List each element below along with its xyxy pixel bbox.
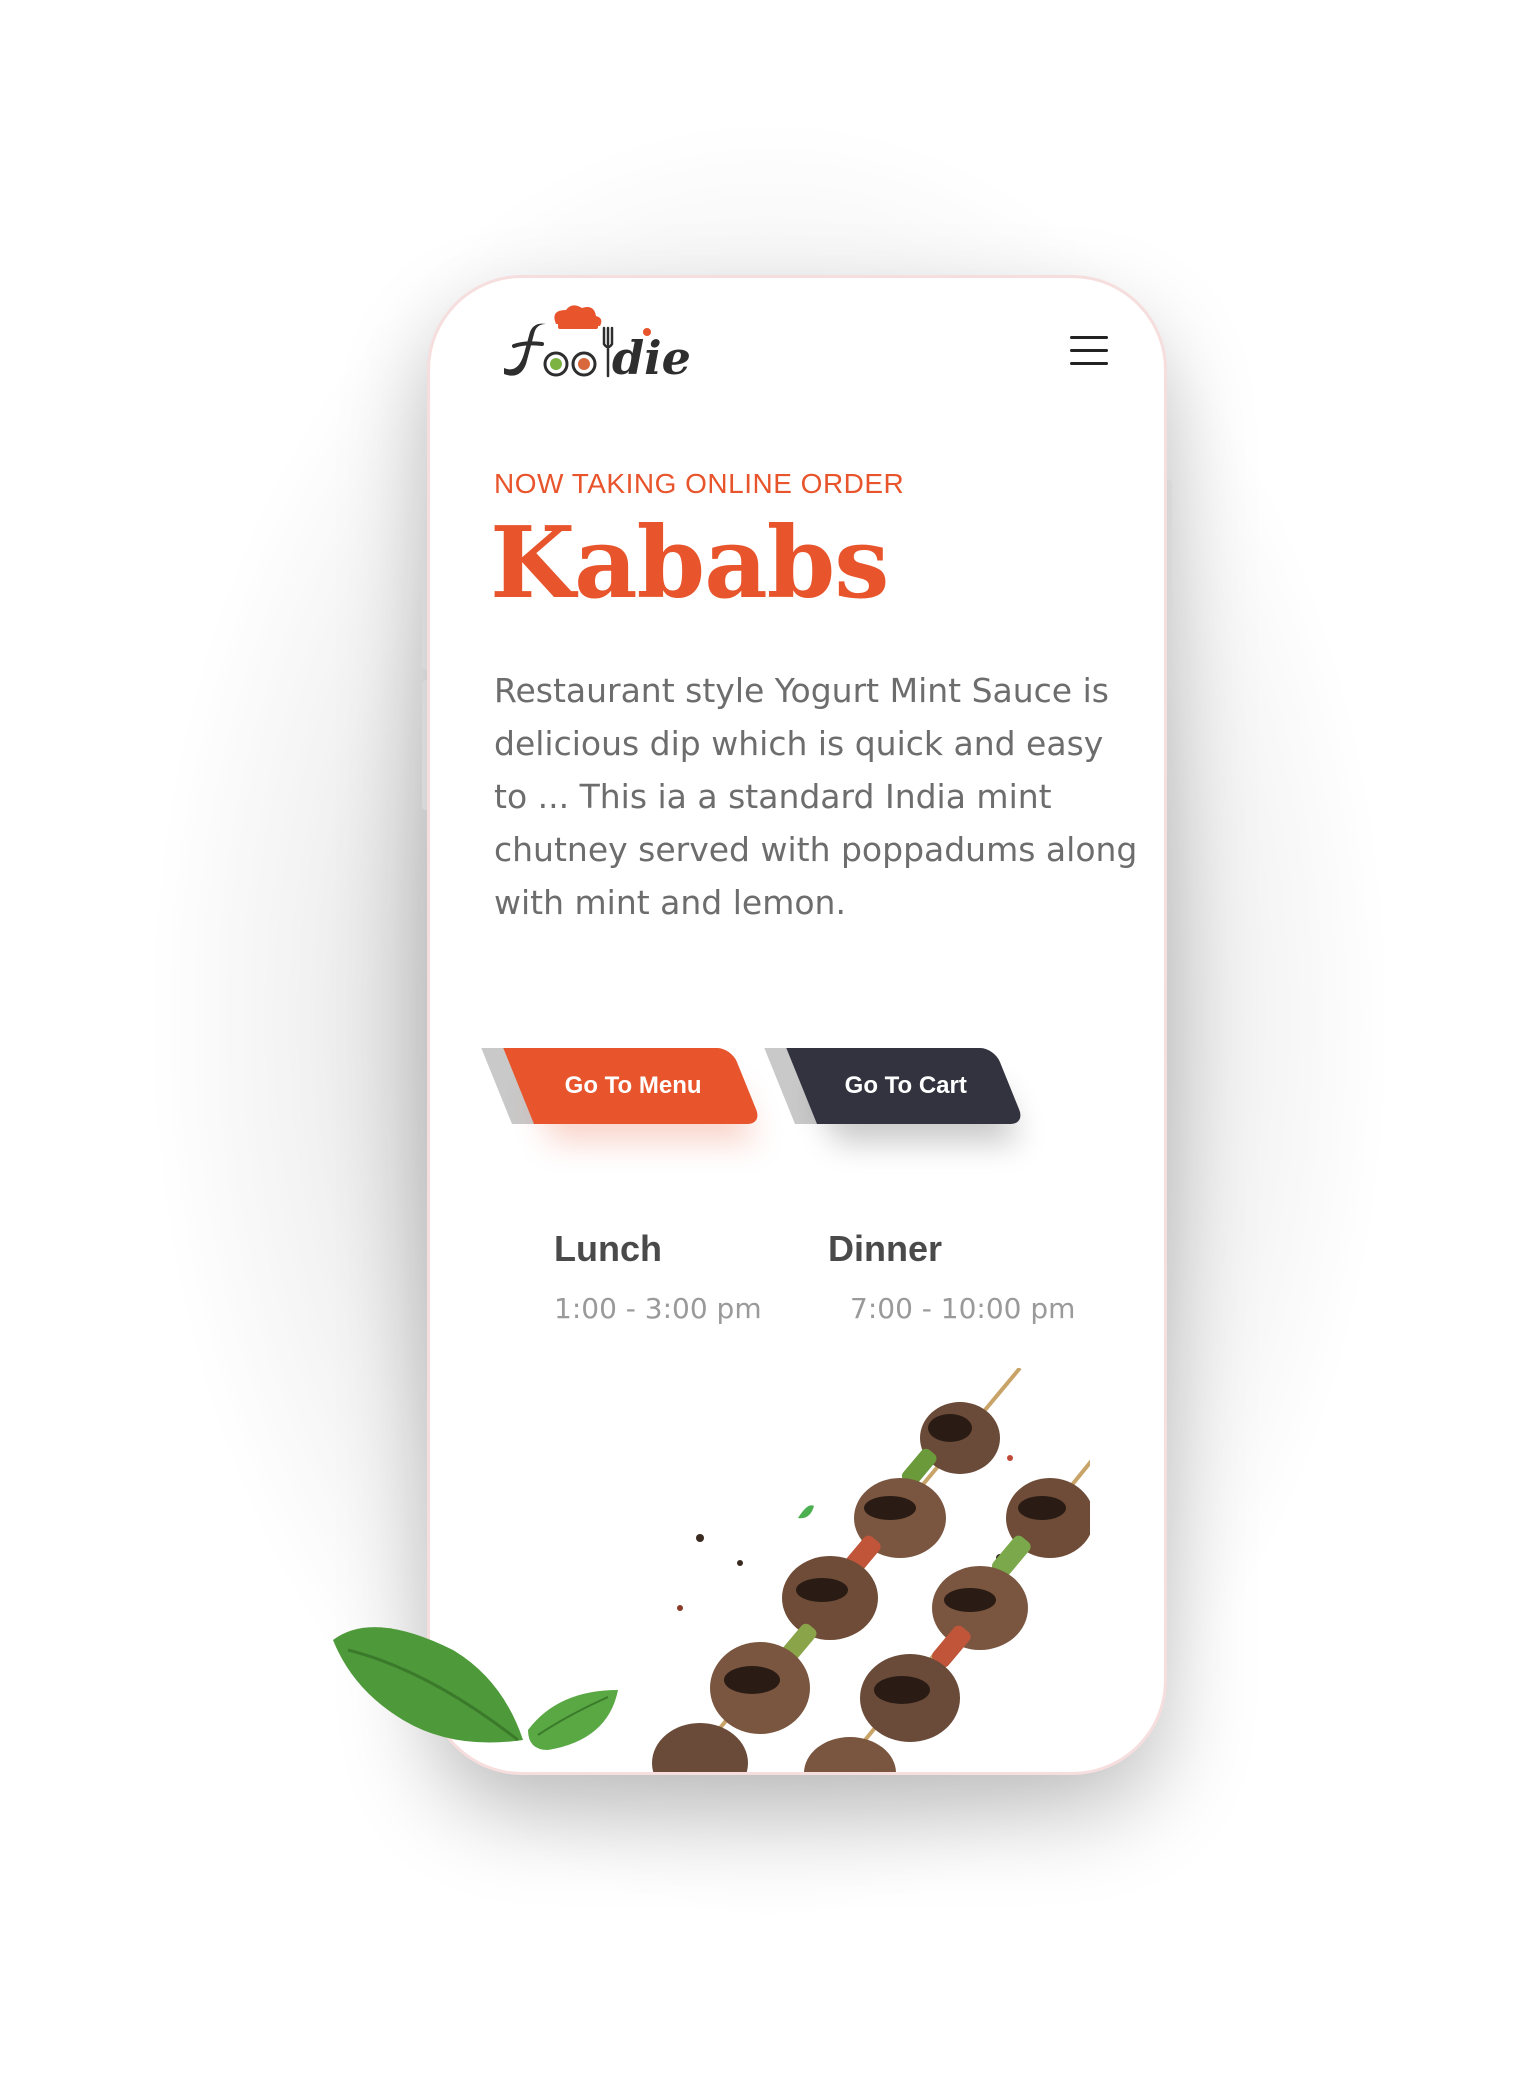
- go-to-cart-button-face[interactable]: Go To Cart: [786, 1048, 1025, 1124]
- svg-text:die: die: [612, 331, 691, 385]
- dinner-time: 7:00 - 10:00 pm: [850, 1292, 1076, 1325]
- go-to-cart-button[interactable]: Go To Cart: [764, 1048, 1065, 1128]
- foodie-logo[interactable]: die: [494, 302, 704, 388]
- hero-eyebrow: NOW TAKING ONLINE ORDER: [494, 468, 905, 499]
- phone-screen: die NOW TAKING ONLINE ORDER Kababs Resta…: [430, 278, 1164, 1772]
- lunch-time: 1:00 - 3:00 pm: [554, 1292, 762, 1325]
- hamburger-menu-icon[interactable]: [1070, 334, 1108, 368]
- lunch-title: Lunch: [554, 1228, 662, 1269]
- mockup-stage: die NOW TAKING ONLINE ORDER Kababs Resta…: [0, 0, 1534, 2075]
- go-to-menu-button-face[interactable]: Go To Menu: [503, 1048, 762, 1124]
- hero-description: Restaurant style Yogurt Mint Sauce is de…: [494, 671, 1138, 922]
- go-to-cart-label: Go To Cart: [844, 1072, 967, 1099]
- mint-leaves-image: [333, 1627, 618, 1750]
- dinner-title: Dinner: [828, 1228, 943, 1269]
- go-to-menu-label: Go To Menu: [564, 1072, 702, 1099]
- go-to-menu-button[interactable]: Go To Menu: [481, 1048, 782, 1128]
- hero-title: Kababs: [490, 506, 889, 621]
